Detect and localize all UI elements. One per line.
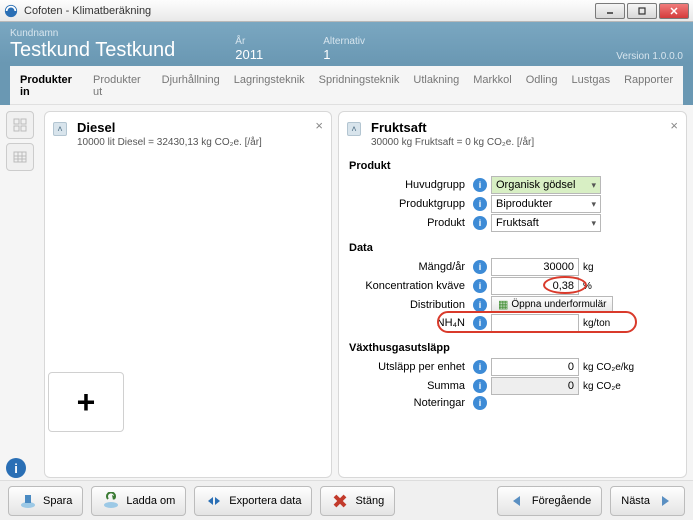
close-app-button[interactable]: Stäng <box>320 486 395 516</box>
section-data: Data <box>349 242 676 254</box>
export-button[interactable]: Exportera data <box>194 486 312 516</box>
footer-toolbar: Spara Ladda om Exportera data Stäng Före… <box>0 480 693 520</box>
alt-label: Alternativ <box>323 36 365 47</box>
tab-rapporter[interactable]: Rapporter <box>624 74 673 98</box>
info-icon[interactable]: i <box>473 379 487 393</box>
kvave-label: Koncentration kväve <box>349 280 469 292</box>
app-icon <box>4 4 18 18</box>
card-close-icon[interactable]: × <box>670 118 678 133</box>
ribbon-header: Kundnamn Testkund Testkund År 2011 Alter… <box>0 22 693 105</box>
utslapp-input[interactable] <box>491 358 579 376</box>
produkt-label: Produkt <box>349 217 469 229</box>
year-value: 2011 <box>235 47 263 62</box>
export-icon <box>205 492 223 510</box>
next-button[interactable]: Nästa <box>610 486 685 516</box>
maximize-button[interactable] <box>627 3 657 19</box>
tab-spridningsteknik[interactable]: Spridningsteknik <box>319 74 400 98</box>
version-label: Version 1.0.0.0 <box>616 51 683 62</box>
info-icon[interactable]: i <box>473 279 487 293</box>
produktgrupp-label: Produktgrupp <box>349 198 469 210</box>
info-icon[interactable]: i <box>473 360 487 374</box>
info-icon[interactable]: i <box>473 316 487 330</box>
produkt-combo[interactable]: Fruktsaft <box>491 214 601 232</box>
tab-djurhallning[interactable]: Djurhållning <box>162 74 220 98</box>
info-icon[interactable]: i <box>473 396 487 410</box>
info-icon[interactable]: i <box>473 260 487 274</box>
tab-utlakning[interactable]: Utlakning <box>413 74 459 98</box>
summa-unit: kg CO₂e <box>583 381 639 392</box>
info-icon[interactable]: i <box>473 298 487 312</box>
summa-output <box>491 377 579 395</box>
reload-icon <box>102 492 120 510</box>
nh4n-label: NH₄N <box>349 317 469 329</box>
year-label: År <box>235 36 263 47</box>
view-table-icon[interactable] <box>6 143 34 171</box>
add-card-button[interactable]: + <box>48 372 124 432</box>
huvudgrupp-label: Huvudgrupp <box>349 179 469 191</box>
previous-button[interactable]: Föregående <box>497 486 602 516</box>
utslapp-unit: kg CO₂e/kg <box>583 362 639 373</box>
tab-produkter-ut[interactable]: Produkter ut <box>93 74 148 98</box>
form-icon: ▦ <box>498 298 508 311</box>
collapse-icon[interactable]: ˄ <box>53 122 67 136</box>
tab-lagringsteknik[interactable]: Lagringsteknik <box>234 74 305 98</box>
noteringar-label: Noteringar <box>349 397 469 409</box>
tab-lustgas[interactable]: Lustgas <box>572 74 611 98</box>
chevron-left-icon <box>508 492 526 510</box>
nh4n-input[interactable] <box>491 314 579 332</box>
customer-label: Kundnamn <box>10 28 175 39</box>
card-subtitle: 10000 lit Diesel = 32430,13 kg CO₂e. [/å… <box>77 137 321 148</box>
collapse-icon[interactable]: ˄ <box>347 122 361 136</box>
minimize-button[interactable] <box>595 3 625 19</box>
huvudgrupp-combo[interactable]: Organisk gödsel <box>491 176 601 194</box>
mangd-input[interactable] <box>491 258 579 276</box>
produktgrupp-combo[interactable]: Biprodukter <box>491 195 601 213</box>
nh4n-unit: kg/ton <box>583 318 639 329</box>
section-produkt: Produkt <box>349 160 676 172</box>
mangd-unit: kg <box>583 262 639 273</box>
reload-button[interactable]: Ladda om <box>91 486 186 516</box>
summa-label: Summa <box>349 380 469 392</box>
card-subtitle: 30000 kg Fruktsaft = 0 kg CO₂e. [/år] <box>371 137 676 148</box>
open-subform-button[interactable]: ▦Öppna underformulär <box>491 296 613 313</box>
info-icon[interactable]: i <box>6 458 26 478</box>
distribution-label: Distribution <box>349 299 469 311</box>
info-icon[interactable]: i <box>473 197 487 211</box>
close-icon <box>331 492 349 510</box>
window-title: Cofoten - Klimatberäkning <box>24 5 593 17</box>
section-vaxthus: Växthusgasutsläpp <box>349 342 676 354</box>
save-button[interactable]: Spara <box>8 486 83 516</box>
utslapp-label: Utsläpp per enhet <box>349 361 469 373</box>
info-icon[interactable]: i <box>473 216 487 230</box>
kvave-input[interactable] <box>491 277 579 295</box>
chevron-right-icon <box>656 492 674 510</box>
card-title: Fruktsaft <box>371 120 676 135</box>
tab-produkter-in[interactable]: Produkter in <box>20 74 79 98</box>
kvave-unit: % <box>583 281 639 292</box>
alt-value: 1 <box>323 47 365 62</box>
tab-bar: Produkter in Produkter ut Djurhållning L… <box>10 66 683 105</box>
window-titlebar: Cofoten - Klimatberäkning <box>0 0 693 22</box>
card-fruktsaft: × ˄ Fruktsaft 30000 kg Fruktsaft = 0 kg … <box>338 111 687 478</box>
close-button[interactable] <box>659 3 689 19</box>
customer-name: Testkund Testkund <box>10 39 175 62</box>
mangd-label: Mängd/år <box>349 261 469 273</box>
card-close-icon[interactable]: × <box>315 118 323 133</box>
save-icon <box>19 492 37 510</box>
tab-odling[interactable]: Odling <box>526 74 558 98</box>
card-title: Diesel <box>77 120 321 135</box>
view-grid-icon[interactable] <box>6 111 34 139</box>
info-icon[interactable]: i <box>473 178 487 192</box>
tab-markkol[interactable]: Markkol <box>473 74 512 98</box>
